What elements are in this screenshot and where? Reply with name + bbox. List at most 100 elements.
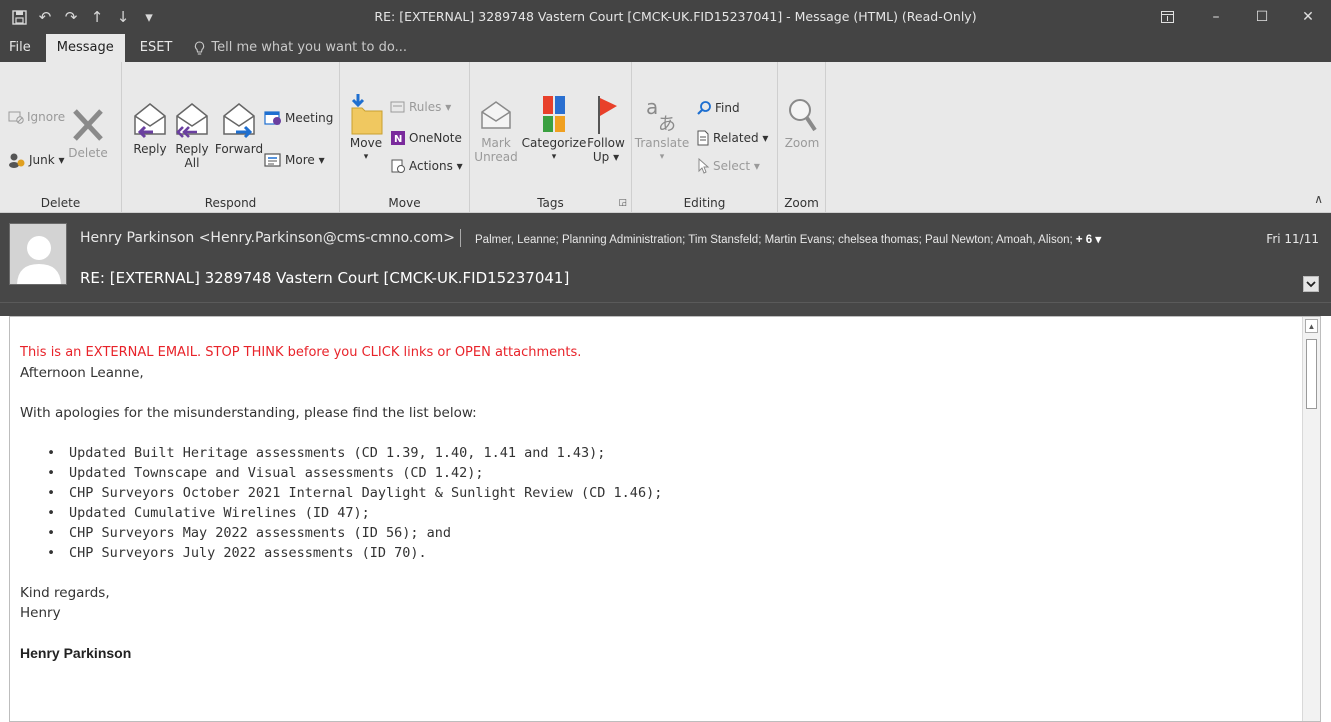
respond-group-label: Respond <box>204 196 257 210</box>
zoom-label: Zoom <box>784 136 820 150</box>
rules-button[interactable]: Rules ▾ <box>390 100 451 114</box>
meeting-label: Meeting <box>285 111 334 125</box>
reply-button[interactable]: Reply <box>128 98 172 156</box>
scroll-thumb[interactable] <box>1306 339 1317 409</box>
sender[interactable]: Henry Parkinson <Henry.Parkinson@cms-cmn… <box>80 230 455 246</box>
person-silhouette-icon <box>10 224 66 284</box>
ribbon-display-options-icon[interactable] <box>1141 0 1193 34</box>
reply-all-icon <box>176 103 208 138</box>
close-button[interactable]: ✕ <box>1285 0 1331 34</box>
tab-file[interactable]: File <box>0 34 42 62</box>
tell-me-placeholder: Tell me what you want to do... <box>211 40 407 55</box>
window-title: RE: [EXTERNAL] 3289748 Vastern Court [CM… <box>374 9 977 24</box>
more-label: More ▾ <box>285 153 325 167</box>
move-group: Move ▾ Rules ▾ N OneNote Actions ▾ Move <box>340 62 470 212</box>
list-item: Updated Cumulative Wirelines (ID 47); <box>47 503 1290 523</box>
delete-group-label: Delete <box>40 196 81 210</box>
tab-message[interactable]: Message <box>45 34 125 62</box>
junk-label: Junk ▾ <box>29 153 65 167</box>
recipients[interactable]: Palmer, Leanne; Planning Administration;… <box>475 232 1101 246</box>
ignore-label: Ignore <box>27 110 66 124</box>
select-button[interactable]: Select ▾ <box>696 158 760 174</box>
actions-icon <box>391 159 405 173</box>
follow-up-label-2: Up ▾ <box>592 150 620 164</box>
reply-all-label-2: All <box>184 156 200 170</box>
recipient-list: Palmer, Leanne; Planning Administration;… <box>475 234 1073 246</box>
list-item: Updated Townscape and Visual assessments… <box>47 463 1290 483</box>
message-date: Fri 11/11 <box>1266 232 1319 246</box>
document-list: Updated Built Heritage assessments (CD 1… <box>20 443 1290 563</box>
reply-all-button[interactable]: Reply All <box>170 98 214 170</box>
onenote-button[interactable]: N OneNote <box>390 130 462 146</box>
tags-group: Mark Unread Categorize ▾ Follow Up ▾ ◲ T… <box>470 62 632 212</box>
scroll-up-arrow-icon[interactable]: ▲ <box>1305 319 1318 333</box>
lightbulb-icon <box>195 40 205 55</box>
translate-label: Translate <box>634 136 690 150</box>
move-button[interactable]: Move ▾ <box>346 92 386 164</box>
follow-up-button[interactable]: Follow Up ▾ <box>586 92 626 164</box>
outlook-message-window: ↶ ↷ ↑ ↓ ▾ RE: [EXTERNAL] 3289748 Vastern… <box>0 0 1331 722</box>
list-item: CHP Surveyors July 2022 assessments (ID … <box>47 543 1290 563</box>
avatar[interactable] <box>9 223 67 285</box>
minimize-button[interactable]: – <box>1193 0 1239 34</box>
list-item: CHP Surveyors May 2022 assessments (ID 5… <box>47 523 1290 543</box>
move-dropdown-arrow: ▾ <box>363 152 369 162</box>
ignore-icon <box>8 111 24 124</box>
closing: Kind regards, <box>20 585 110 601</box>
translate-arrow: ▾ <box>659 152 665 162</box>
related-icon <box>697 130 709 146</box>
related-button[interactable]: Related ▾ <box>696 130 768 146</box>
forward-button[interactable]: Forward <box>214 98 264 156</box>
reply-label: Reply <box>133 142 167 156</box>
move-group-label: Move <box>388 196 421 210</box>
mark-unread-button[interactable]: Mark Unread <box>474 96 518 164</box>
zoom-button[interactable]: Zoom <box>780 96 824 150</box>
svg-text:a: a <box>646 95 658 119</box>
ignore-button[interactable]: Ignore <box>8 110 65 124</box>
categorize-button[interactable]: Categorize ▾ <box>520 92 588 164</box>
more-respond-button[interactable]: More ▾ <box>264 152 325 168</box>
chevron-down-icon <box>1306 281 1316 288</box>
header-divider <box>0 302 1331 316</box>
flag-icon <box>598 96 617 134</box>
vertical-scrollbar[interactable]: ▲ <box>1302 317 1320 721</box>
editing-group-label: Editing <box>683 196 726 210</box>
message-content: This is an EXTERNAL EMAIL. STOP THINK be… <box>20 343 1290 663</box>
signoff: Henry <box>20 605 61 621</box>
related-label: Related ▾ <box>713 131 769 145</box>
more-recipients-button[interactable]: + 6 ▾ <box>1076 234 1101 246</box>
message-body[interactable]: This is an EXTERNAL EMAIL. STOP THINK be… <box>9 316 1321 722</box>
actions-label: Actions ▾ <box>409 159 463 173</box>
cursor-icon <box>698 158 710 174</box>
onenote-icon: N <box>391 131 405 145</box>
delete-button[interactable]: Delete <box>66 106 110 160</box>
message-subject: RE: [EXTERNAL] 3289748 Vastern Court [CM… <box>80 269 570 287</box>
find-button[interactable]: Find <box>696 100 740 116</box>
maximize-button[interactable]: ☐ <box>1239 0 1285 34</box>
actions-button[interactable]: Actions ▾ <box>390 158 463 174</box>
move-folder-icon <box>351 94 383 135</box>
tell-me-search[interactable]: Tell me what you want to do... <box>183 34 418 62</box>
rules-label: Rules ▾ <box>409 100 452 114</box>
delete-x-icon <box>73 109 103 141</box>
search-icon <box>697 101 711 115</box>
message-header: Henry Parkinson <Henry.Parkinson@cms-cmn… <box>0 213 1331 302</box>
svg-text:あ: あ <box>658 114 676 135</box>
collapse-ribbon-icon[interactable]: ∧ <box>1314 192 1323 206</box>
mark-unread-label-1: Mark <box>481 136 511 150</box>
translate-button[interactable]: aあ Translate ▾ <box>634 92 690 164</box>
meeting-button[interactable]: Meeting <box>264 110 333 126</box>
reply-all-label-1: Reply <box>175 142 209 156</box>
tab-eset[interactable]: ESET <box>129 34 184 62</box>
title-bar: ↶ ↷ ↑ ↓ ▾ RE: [EXTERNAL] 3289748 Vastern… <box>0 0 1331 62</box>
follow-up-label-1: Follow <box>587 136 625 150</box>
expand-header-button[interactable] <box>1303 276 1319 292</box>
editing-group: aあ Translate ▾ Find Related ▾ Select ▾ E… <box>632 62 778 212</box>
junk-button[interactable]: Junk ▾ <box>8 152 65 168</box>
ribbon: Ignore Junk ▾ Delete Delete Reply Reply … <box>0 62 1331 213</box>
categorize-arrow: ▾ <box>551 152 557 162</box>
rules-icon <box>390 101 405 113</box>
greeting: Afternoon Leanne, <box>20 365 144 381</box>
meeting-icon <box>264 111 281 125</box>
respond-group: Reply Reply All Forward Meeting More ▾ R… <box>122 62 340 212</box>
